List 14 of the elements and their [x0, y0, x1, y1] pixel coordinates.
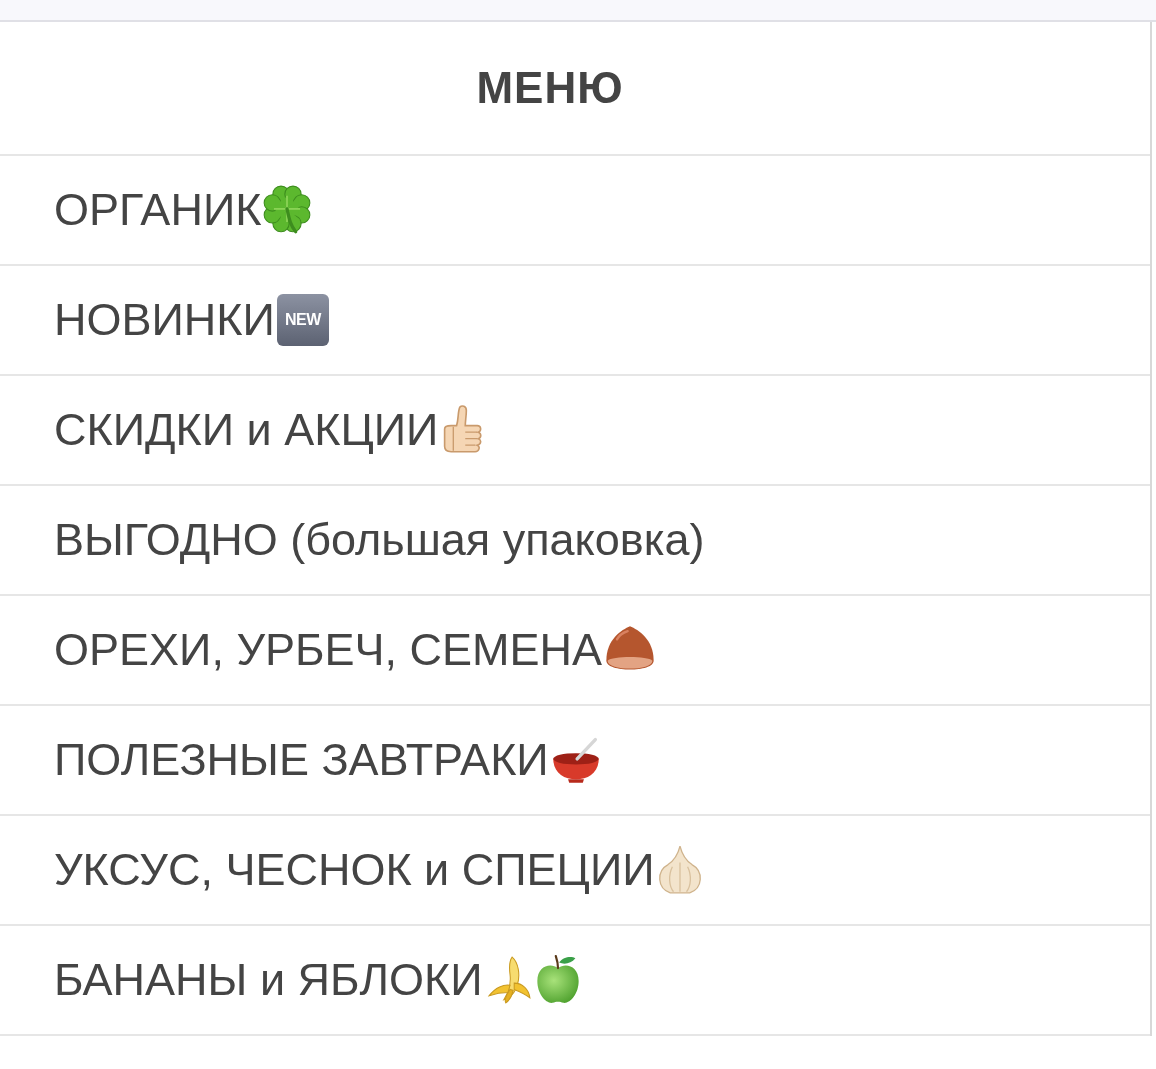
menu-item[interactable]: ПОЛЕЗНЫЕ ЗАВТРАКИ: [54, 734, 601, 786]
menu-item[interactable]: УКСУС, ЧЕСНОК и СПЕЦИИ: [54, 844, 703, 896]
menu-item[interactable]: НОВИНКИ NEW: [54, 294, 329, 346]
apple-icon: [534, 955, 581, 1005]
new-badge: NEW: [276, 294, 329, 346]
menu-item[interactable]: ОРГАНИК: [54, 184, 312, 236]
menu-item[interactable]: СКИДКИ и АКЦИИ: [54, 404, 485, 456]
menu-item[interactable]: БАНАНЫ и ЯБЛОКИ: [54, 954, 581, 1006]
menu-item[interactable]: ОРЕХИ, УРБЕЧ, СЕМЕНА: [54, 624, 657, 676]
bowl-with-spoon-icon: [550, 736, 601, 784]
clover-icon: [263, 185, 312, 235]
menu-item[interactable]: ВЫГОДНО (большая упаковка): [54, 514, 705, 566]
menu-title: МЕНЮ: [476, 63, 624, 113]
garlic-icon: [656, 845, 703, 895]
